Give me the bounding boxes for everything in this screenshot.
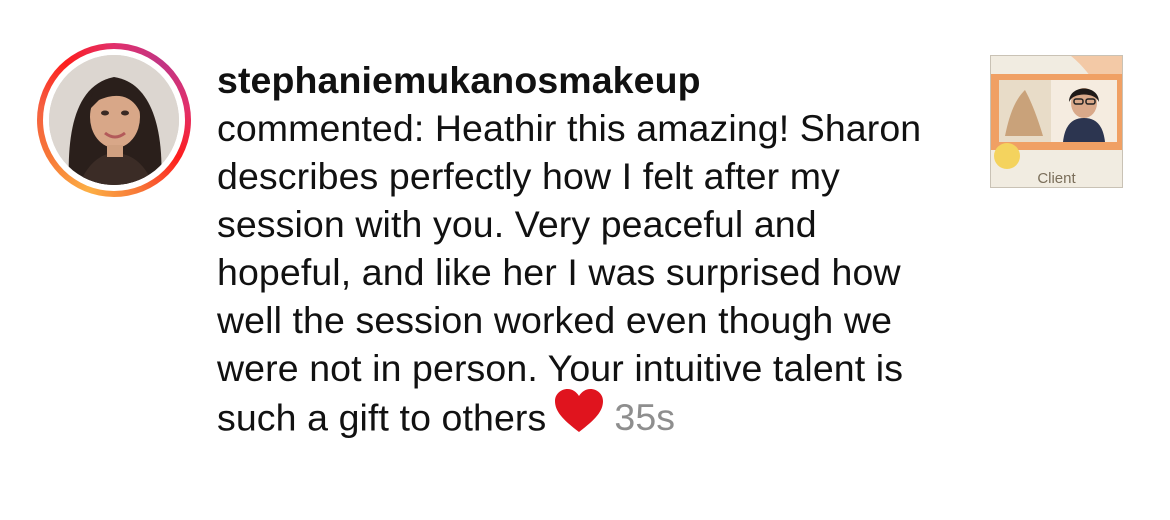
post-thumbnail[interactable]: Client: [990, 55, 1123, 188]
action-text: commented:: [217, 107, 425, 149]
heart-icon: [554, 388, 604, 445]
username-link[interactable]: stephaniemukanosmakeup: [217, 56, 957, 104]
thumbnail-label: Client: [1037, 170, 1076, 187]
timestamp: 35s: [614, 396, 676, 439]
avatar[interactable]: [49, 55, 179, 185]
notification-text: stephaniemukanosmakeup commented: Heathir…: [217, 56, 957, 449]
story-ring[interactable]: [37, 43, 191, 197]
avatar-photo: [49, 55, 179, 185]
thumbnail-image: [991, 56, 1122, 187]
